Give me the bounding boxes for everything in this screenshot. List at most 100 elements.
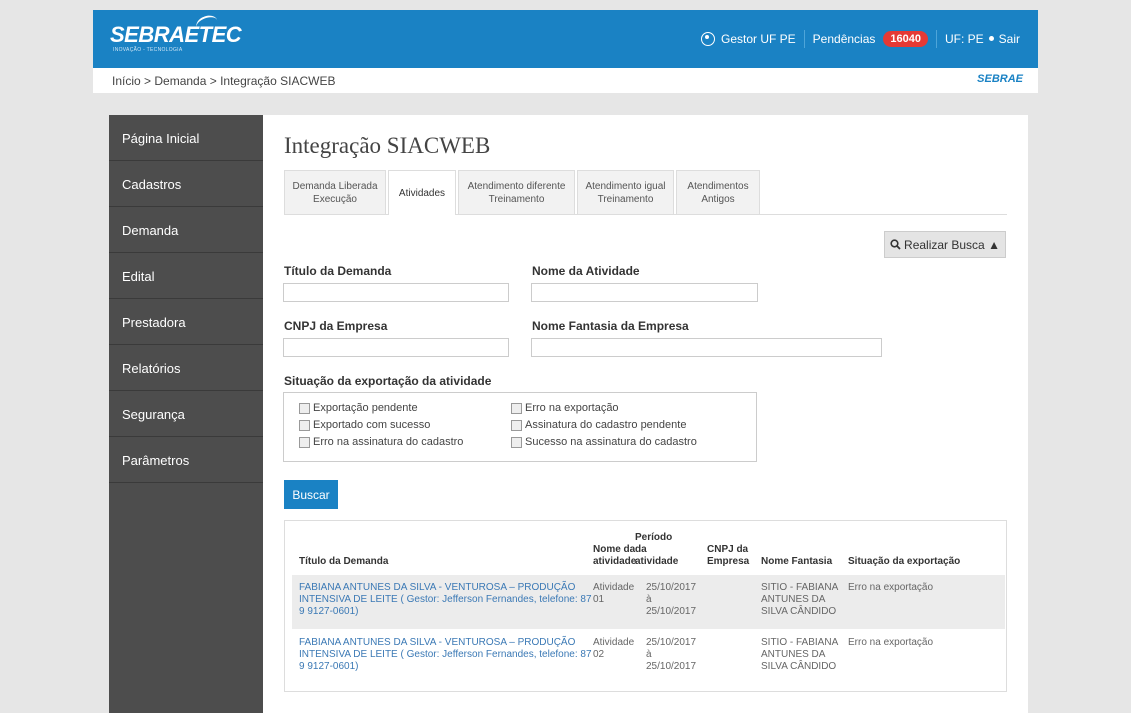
atividade-input[interactable] [531, 283, 758, 302]
tab-atendimentos-antigos[interactable]: Atendimentos Antigos [676, 170, 760, 214]
main-content: Integração SIACWEB Demanda Liberada Execu… [263, 115, 1028, 713]
checkbox-icon[interactable] [511, 402, 522, 414]
pending-count-badge[interactable]: 16040 [883, 31, 928, 47]
sidebar-item-pagina-inicial[interactable]: Página Inicial [109, 115, 263, 161]
col-header-titulo[interactable]: Título da Demanda [299, 556, 388, 568]
sidebar-item-cadastros[interactable]: Cadastros [109, 161, 263, 207]
col-header-cnpj[interactable]: CNPJ da Empresa [707, 544, 749, 568]
uf-label: UF: PE [944, 32, 984, 46]
cell-text: INTENSIVA DE LEITE ( Gestor: Jefferson F… [299, 594, 592, 605]
tab-label: Antigos [701, 193, 735, 205]
breadcrumb[interactable]: Início > Demanda > Integração SIACWEB [112, 74, 335, 88]
table-row[interactable]: FABIANA ANTUNES DA SILVA - VENTUROSA – P… [292, 575, 1005, 629]
cell-text: 9 9127-0601) [299, 606, 359, 617]
cell-text: à [646, 649, 652, 660]
cell-text: 02 [593, 649, 605, 660]
table-row[interactable]: FABIANA ANTUNES DA SILVA - VENTUROSA – P… [292, 630, 1005, 684]
checkbox-label: Exportação pendente [313, 402, 418, 414]
checkbox-exportado-sucesso[interactable]: Exportado com sucesso [299, 419, 430, 431]
checkbox-erro-assinatura[interactable]: Erro na assinatura do cadastro [299, 436, 463, 448]
search-toggle-label: Realizar Busca ▲ [904, 237, 1000, 252]
tab-label: Atendimento igual [585, 180, 666, 192]
tab-label: Atendimento diferente [467, 180, 566, 192]
checkbox-assinatura-pendente[interactable]: Assinatura do cadastro pendente [511, 419, 686, 431]
cell-text: Atividade [593, 582, 635, 593]
row-periodo: 25/10/2017 à 25/10/2017 [646, 637, 696, 673]
logout-link[interactable]: Sair [999, 32, 1020, 46]
tab-atividades[interactable]: Atividades [388, 170, 456, 215]
sidebar-item-edital[interactable]: Edital [109, 253, 263, 299]
col-header-situacao[interactable]: Situação da exportação [848, 556, 960, 568]
checkbox-label: Erro na assinatura do cadastro [313, 436, 464, 448]
divider [935, 30, 937, 48]
cell-text: 25/10/2017 [646, 637, 697, 648]
checkbox-erro-exportacao[interactable]: Erro na exportação [511, 402, 619, 414]
checkbox-icon[interactable] [299, 419, 310, 431]
sidebar-item-seguranca[interactable]: Segurança [109, 391, 263, 437]
sidebar-item-prestadora[interactable]: Prestadora [109, 299, 263, 345]
header-line: Empresa [707, 556, 750, 567]
checkbox-label: Assinatura do cadastro pendente [525, 419, 687, 431]
tab-bar: Demanda Liberada Execução Atividades Aten… [284, 170, 1007, 215]
search-toggle-button[interactable]: Realizar Busca ▲ [884, 231, 1006, 258]
top-header: SEBRAETEC INOVAÇÃO - TECNOLOGIA Gestor U… [93, 10, 1038, 68]
results-table: Título da Demanda Nome da atividade Perío… [284, 520, 1007, 692]
checkbox-label: Exportado com sucesso [313, 419, 431, 431]
header-line: Nome da [593, 544, 636, 555]
cell-text: 01 [593, 594, 605, 605]
tab-label: Treinamento [488, 193, 545, 205]
fantasia-input[interactable] [531, 338, 882, 357]
bullet-icon [988, 35, 994, 41]
tab-demanda-liberada[interactable]: Demanda Liberada Execução [284, 170, 386, 214]
cell-text: FABIANA ANTUNES DA SILVA - VENTUROSA – P… [299, 637, 576, 648]
tab-label: Demanda Liberada [292, 180, 378, 192]
sidebar-item-relatorios[interactable]: Relatórios [109, 345, 263, 391]
cell-text: SILVA CÂNDIDO [761, 661, 837, 672]
checkbox-icon[interactable] [299, 436, 310, 448]
checkbox-icon[interactable] [299, 402, 310, 414]
col-header-nome-atividade[interactable]: Nome da atividade [593, 544, 636, 568]
cell-text: ANTUNES DA [761, 649, 826, 660]
row-situacao: Erro na exportação [848, 582, 934, 593]
checkbox-exportacao-pendente[interactable]: Exportação pendente [299, 402, 418, 414]
buscar-button[interactable]: Buscar [284, 480, 338, 509]
cell-text: ANTUNES DA [761, 594, 826, 605]
col-header-fantasia[interactable]: Nome Fantasia [761, 556, 832, 568]
tab-atendimento-diferente[interactable]: Atendimento diferente Treinamento [458, 170, 575, 214]
top-nav: Gestor UF PE Pendências 16040 UF: PE Sai… [700, 30, 1020, 48]
row-titulo-link[interactable]: FABIANA ANTUNES DA SILVA - VENTUROSA – P… [299, 637, 592, 673]
cnpj-input[interactable] [283, 338, 509, 357]
row-atividade: Atividade 02 [593, 637, 634, 661]
cell-text: SILVA CÂNDIDO [761, 606, 837, 617]
header-line: Período [635, 532, 673, 543]
checkbox-icon[interactable] [511, 436, 522, 448]
pending-link[interactable]: Pendências [813, 32, 876, 46]
breadcrumb-bar: Início > Demanda > Integração SIACWEB SE… [93, 68, 1038, 93]
row-titulo-link[interactable]: FABIANA ANTUNES DA SILVA - VENTUROSA – P… [299, 582, 592, 618]
logo-subtitle: INOVAÇÃO - TECNOLOGIA [113, 47, 183, 53]
titulo-label: Título da Demanda [284, 264, 392, 278]
checkbox-icon[interactable] [511, 419, 522, 431]
cell-text: 9 9127-0601) [299, 661, 359, 672]
tab-atendimento-igual[interactable]: Atendimento igual Treinamento [577, 170, 674, 214]
atividade-label: Nome da Atividade [532, 264, 640, 278]
col-header-periodo[interactable]: Período da atividade [635, 532, 678, 568]
sebraetec-logo[interactable]: SEBRAETEC [110, 22, 242, 48]
checkbox-sucesso-assinatura[interactable]: Sucesso na assinatura do cadastro [511, 436, 697, 448]
sidebar-item-demanda[interactable]: Demanda [109, 207, 263, 253]
user-icon [700, 32, 715, 46]
sidebar-item-parametros[interactable]: Parâmetros [109, 437, 263, 483]
row-fantasia: SITIO - FABIANA ANTUNES DA SILVA CÂNDIDO [761, 637, 838, 673]
checkbox-label: Sucesso na assinatura do cadastro [525, 436, 697, 448]
situacao-checkbox-group: Exportação pendente Erro na exportação E… [283, 392, 757, 462]
row-periodo: 25/10/2017 à 25/10/2017 [646, 582, 696, 618]
titulo-input[interactable] [283, 283, 509, 302]
header-line: atividade [635, 556, 679, 567]
cell-text: SITIO - FABIANA [761, 582, 839, 593]
cell-text: FABIANA ANTUNES DA SILVA - VENTUROSA – P… [299, 582, 576, 593]
sidebar: Página Inicial Cadastros Demanda Edital … [109, 115, 263, 713]
header-line: CNPJ da [707, 544, 749, 555]
cell-text: 25/10/2017 [646, 582, 697, 593]
row-situacao: Erro na exportação [848, 637, 934, 648]
user-name[interactable]: Gestor UF PE [721, 32, 796, 46]
